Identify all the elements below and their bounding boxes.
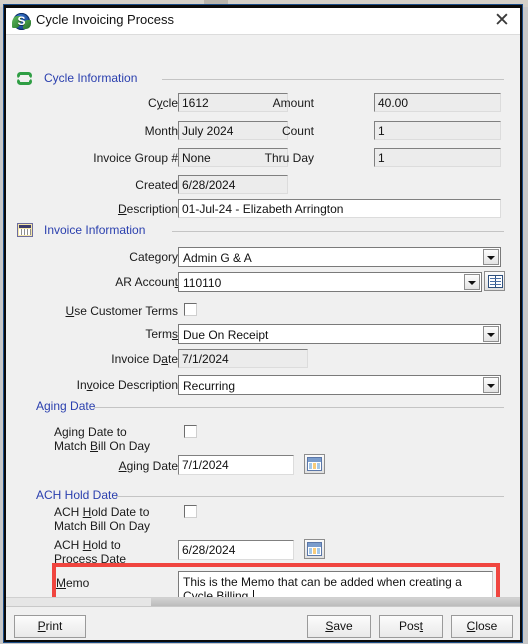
label-description: Description xyxy=(117,202,178,216)
checkbox-ach-match-bill-on-day[interactable] xyxy=(184,505,197,518)
section-header-invoice-information: Invoice Information xyxy=(44,223,504,241)
field-aging-date[interactable]: 7/1/2024 xyxy=(178,455,294,475)
section-header-cycle-information: Cycle Information xyxy=(44,71,504,89)
field-amount[interactable]: 40.00 xyxy=(374,93,501,112)
section-rule xyxy=(172,231,504,232)
label-ach-hold-line1: ACH Hold to xyxy=(54,538,121,552)
title-bar: S Cycle Invoicing Process ✕ xyxy=(6,8,520,35)
horizontal-scrollbar[interactable] xyxy=(6,597,520,607)
label-thru-day: Thru Day xyxy=(264,151,314,165)
field-invoice-date[interactable]: 7/1/2024 xyxy=(178,349,308,368)
section-rule xyxy=(162,79,504,80)
calendar-icon[interactable] xyxy=(304,454,325,474)
combo-ar-account-value: 110110 xyxy=(183,276,222,290)
checkbox-use-customer-terms[interactable] xyxy=(184,303,197,316)
label-aging-match-bill-line1: Aging Date to xyxy=(54,425,127,439)
s-glyph: S xyxy=(17,14,26,28)
field-created[interactable]: 6/28/2024 xyxy=(178,175,288,194)
combo-ar-account[interactable]: 110110 xyxy=(178,272,482,292)
label-ach-match-bill-line2: Match Bill On Day xyxy=(54,519,151,533)
calendar-icon[interactable] xyxy=(304,539,325,559)
section-rule xyxy=(116,496,504,497)
chevron-down-icon[interactable] xyxy=(483,249,499,265)
label-memo: Memo xyxy=(56,576,90,590)
document-icon xyxy=(17,223,33,237)
section-header-ach-hold-date: ACH Hold Date xyxy=(36,488,504,506)
section-title: Invoice Information xyxy=(44,223,146,237)
combo-terms[interactable]: Due On Receipt xyxy=(178,324,501,344)
dialog-button-bar: Print Save Post Close xyxy=(6,606,520,640)
section-rule xyxy=(94,407,504,408)
label-terms: Terms xyxy=(145,327,178,341)
sage-s-icon: S xyxy=(12,13,31,30)
label-ar-account: AR Account xyxy=(115,275,178,289)
chevron-down-icon[interactable] xyxy=(483,326,499,342)
label-count: Count xyxy=(281,124,314,138)
section-header-aging-date: Aging Date xyxy=(36,399,504,417)
field-description[interactable]: 01-Jul-24 - Elizabeth Arrington xyxy=(178,199,501,218)
label-aging-date: Aging Date xyxy=(118,459,178,473)
label-amount: Amount xyxy=(272,96,314,110)
save-button[interactable]: Save xyxy=(307,615,371,638)
section-title: ACH Hold Date xyxy=(36,488,119,502)
form-client-area: Cycle Information Cycle 1612 Month July … xyxy=(6,35,520,640)
label-cycle: Cycle xyxy=(147,96,178,110)
label-invoice-description: Invoice Description xyxy=(76,378,178,392)
label-use-customer-terms: Use Customer Terms xyxy=(65,304,178,318)
label-month: Month xyxy=(144,124,178,138)
combo-terms-value: Due On Receipt xyxy=(183,328,269,342)
label-created: Created xyxy=(135,178,178,192)
recycle-icon xyxy=(16,71,34,87)
combo-invoice-description-value: Recurring xyxy=(183,379,236,393)
combo-category-value: Admin G & A xyxy=(183,251,252,265)
chevron-down-icon[interactable] xyxy=(483,377,499,393)
book-lookup-icon[interactable] xyxy=(484,271,505,291)
section-title: Aging Date xyxy=(36,399,96,413)
label-ach-match-bill-line1: ACH Hold Date to xyxy=(54,505,150,519)
post-button[interactable]: Post xyxy=(379,615,443,638)
field-count[interactable]: 1 xyxy=(374,121,501,140)
close-button[interactable]: Close xyxy=(451,615,513,638)
combo-invoice-description[interactable]: Recurring xyxy=(178,375,501,395)
label-category: Category xyxy=(129,250,178,264)
field-ach-hold-process-date[interactable]: 6/28/2024 xyxy=(178,540,294,560)
cycle-invoicing-window: S Cycle Invoicing Process ✕ Cycle Inform… xyxy=(4,5,522,642)
close-icon[interactable]: ✕ xyxy=(492,11,512,31)
section-title: Cycle Information xyxy=(44,71,138,85)
label-aging-match-bill-line2: Match Bill On Day xyxy=(54,439,151,453)
field-thru-day[interactable]: 1 xyxy=(374,148,501,167)
label-invoice-date: Invoice Date xyxy=(111,352,178,366)
checkbox-aging-match-bill-on-day[interactable] xyxy=(184,425,197,438)
combo-category[interactable]: Admin G & A xyxy=(178,247,501,267)
print-button[interactable]: Print xyxy=(14,615,86,638)
label-invoice-group: Invoice Group # xyxy=(93,151,178,165)
window-title: Cycle Invoicing Process xyxy=(36,12,174,27)
chevron-down-icon[interactable] xyxy=(464,274,480,290)
